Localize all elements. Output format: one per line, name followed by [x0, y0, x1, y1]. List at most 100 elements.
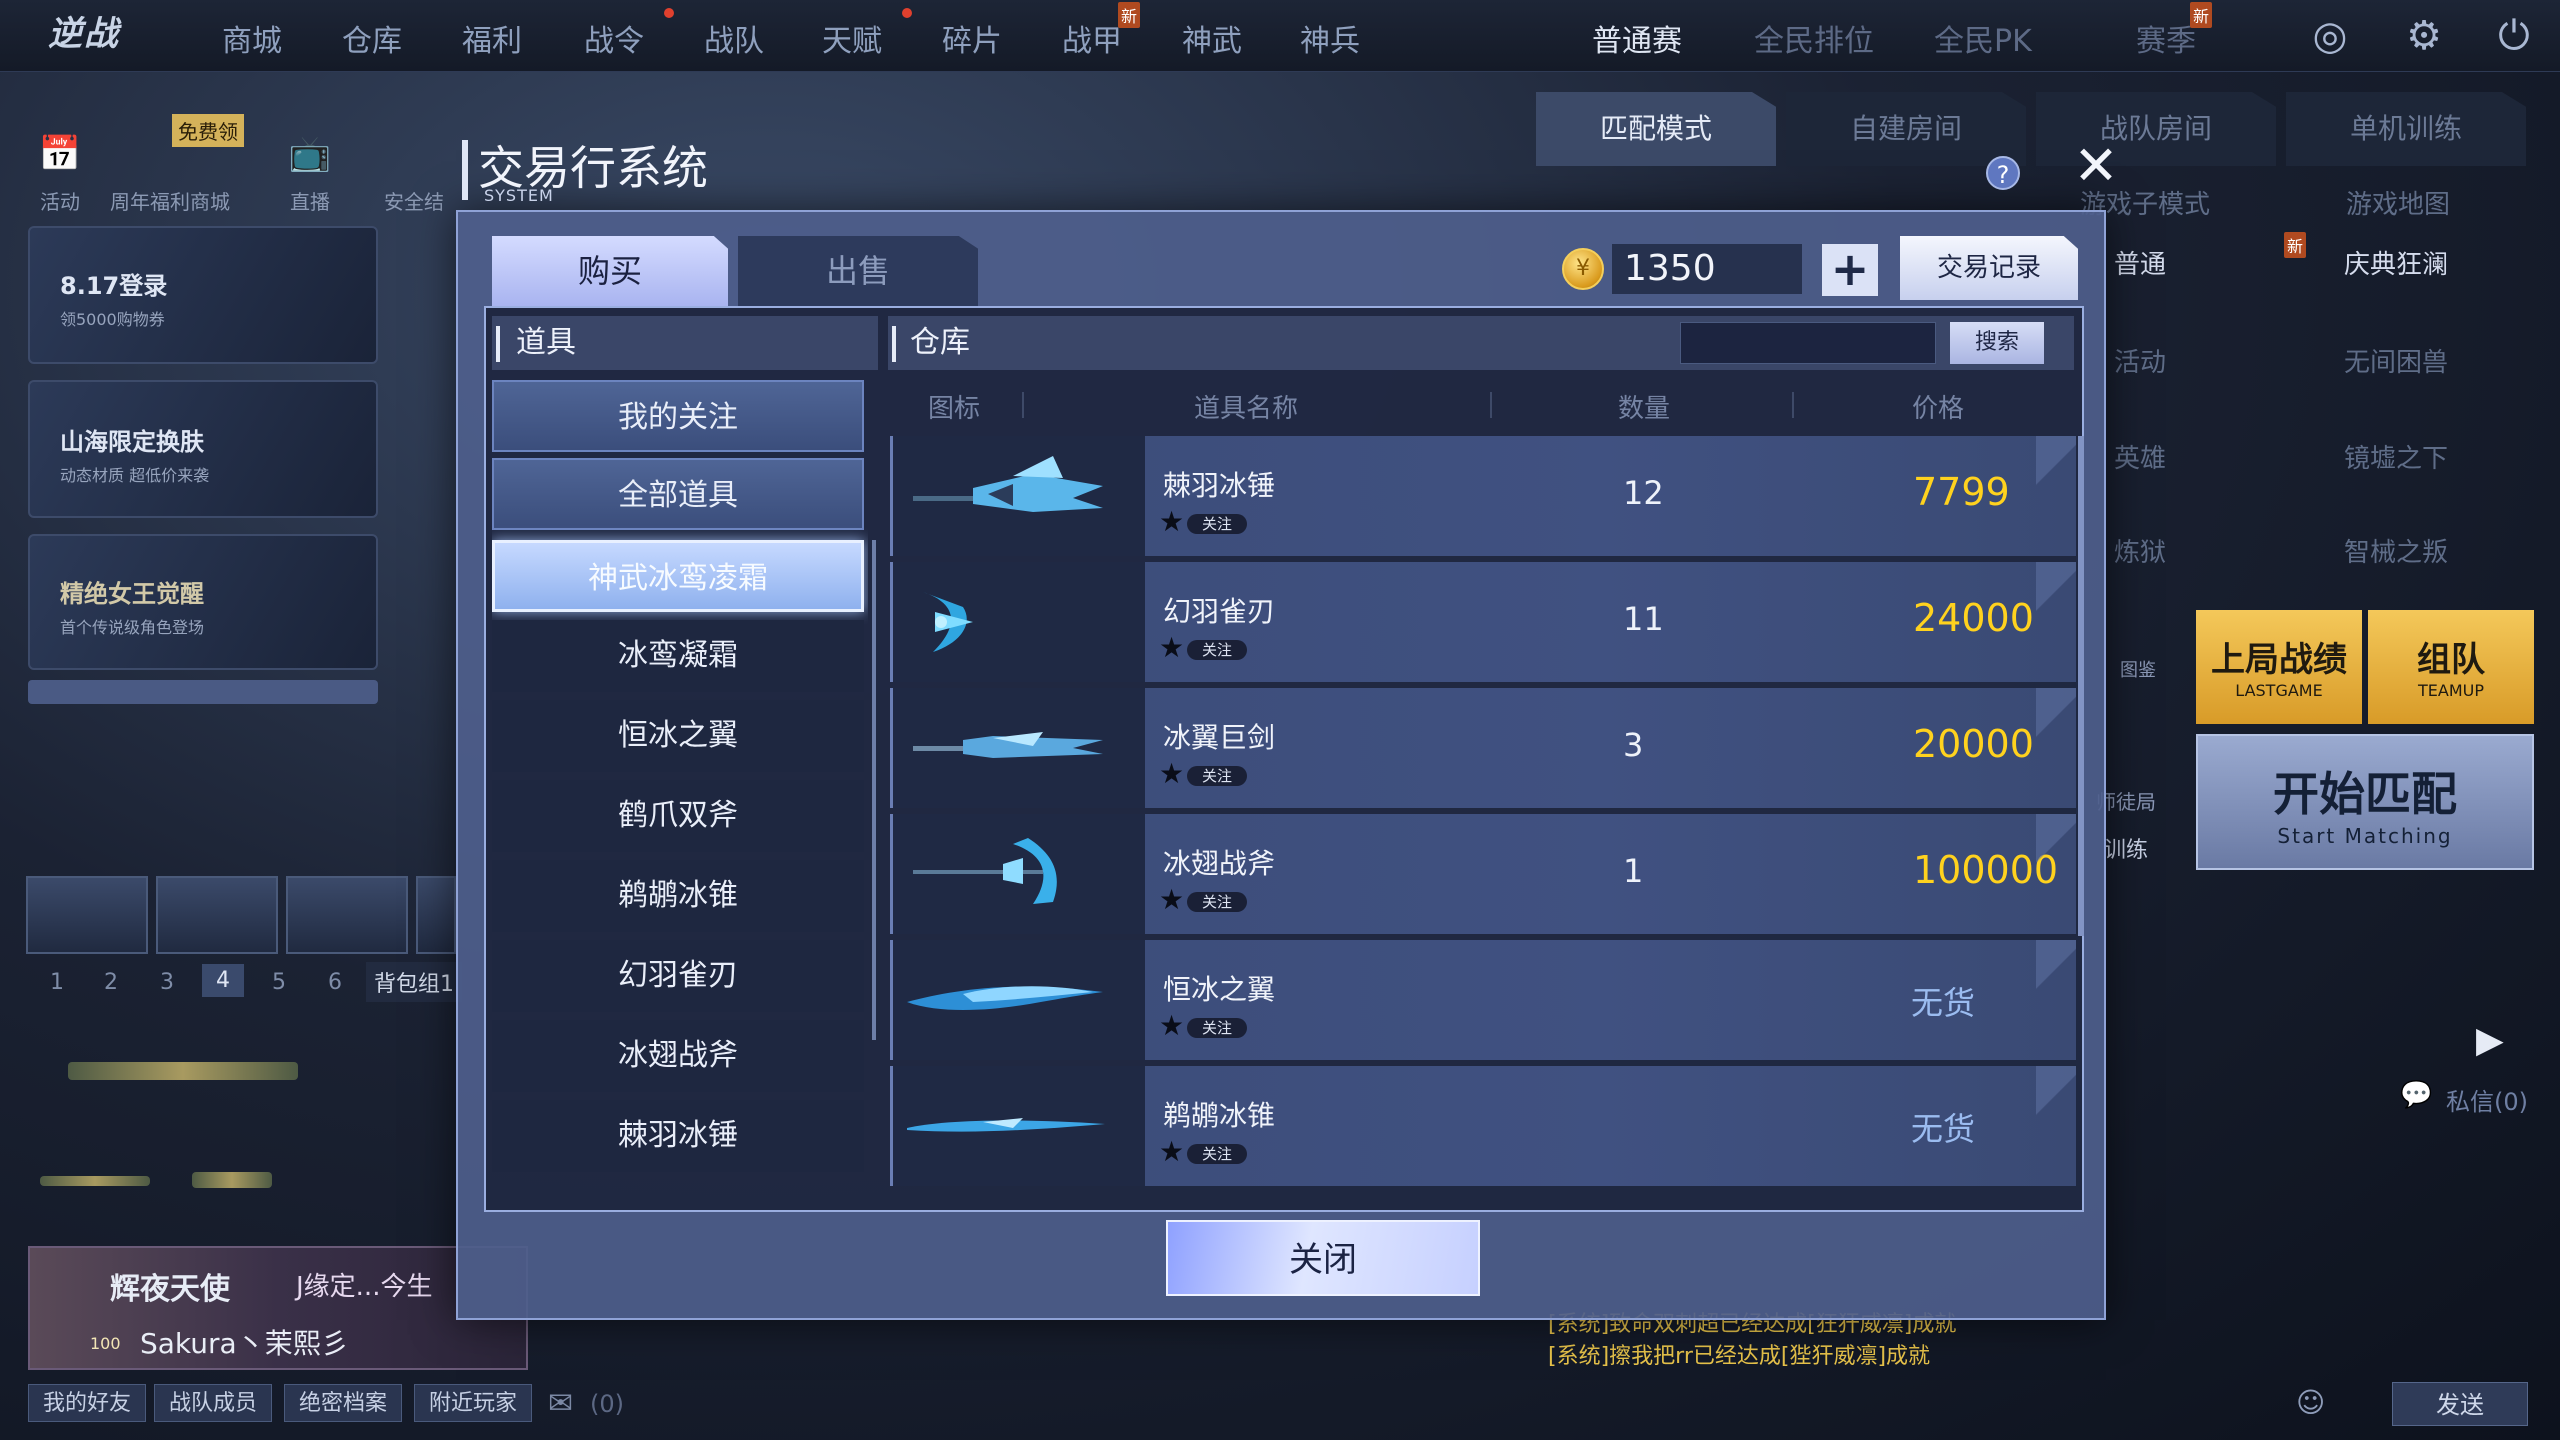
- loadout-slot-number[interactable]: 5: [272, 970, 286, 995]
- loadout-slot-number[interactable]: 3: [160, 970, 174, 995]
- gear-icon[interactable]: ⚙: [2400, 12, 2448, 60]
- team-up-button[interactable]: 组队 TEAMUP: [2368, 610, 2534, 724]
- help-icon[interactable]: ?: [1986, 156, 2020, 190]
- category-item[interactable]: 棘羽冰锤: [492, 1100, 864, 1172]
- mode-cell-purgatory[interactable]: 炼狱: [2114, 532, 2166, 569]
- favorite-toggle[interactable]: ★ 关注: [1159, 508, 1259, 536]
- favorite-toggle[interactable]: ★ 关注: [1159, 760, 1259, 788]
- secret-files-button[interactable]: 绝密档案: [284, 1384, 403, 1422]
- mode-cell-normal[interactable]: 普通: [2114, 244, 2166, 281]
- nav-battle-pass[interactable]: 战令: [584, 16, 644, 60]
- character-slot[interactable]: [286, 876, 408, 954]
- promo-pager[interactable]: [28, 680, 378, 704]
- nav-talent[interactable]: 天赋: [822, 16, 882, 60]
- tab-custom-room[interactable]: 自建房间: [1786, 92, 2026, 166]
- loadout-slot-number[interactable]: 1: [50, 970, 64, 995]
- character-slot[interactable]: [26, 876, 148, 954]
- category-all-items[interactable]: 全部道具: [492, 458, 864, 530]
- search-input[interactable]: [1680, 322, 1936, 364]
- table-row[interactable]: 鹈鹕冰锥 ★ 关注 无货: [890, 1066, 2076, 1186]
- trade-record-button[interactable]: 交易记录: [1900, 236, 2078, 300]
- table-row[interactable]: 恒冰之翼 ★ 关注 无货: [890, 940, 2076, 1060]
- anniversary-shop-label[interactable]: 周年福利商城: [110, 186, 230, 215]
- category-item[interactable]: 冰翅战斧: [492, 1020, 864, 1092]
- loadout-slot-number-active[interactable]: 4: [202, 964, 244, 997]
- player-banner[interactable]: 辉夜天使 J缘定...今生 100 Sakura丶茉熙彡: [28, 1246, 528, 1370]
- add-coins-button[interactable]: +: [1822, 244, 1878, 296]
- coin-balance: 1350: [1612, 244, 1802, 294]
- close-button[interactable]: 关闭: [1166, 1220, 1480, 1296]
- promo-skin[interactable]: 山海限定换肤 动态材质 超低价来袭: [28, 380, 378, 518]
- favorite-toggle[interactable]: ★ 关注: [1159, 1138, 1259, 1166]
- security-label[interactable]: 安全结: [384, 186, 444, 215]
- table-row[interactable]: 幻羽雀刃 ★ 关注 11 24000: [890, 562, 2076, 682]
- category-item[interactable]: 鹤爪双斧: [492, 780, 864, 852]
- calendar-icon[interactable]: 📅: [36, 130, 84, 178]
- tv-icon[interactable]: 📺: [286, 130, 334, 178]
- nav-god-weapon[interactable]: 神兵: [1300, 16, 1360, 60]
- nav-warehouse[interactable]: 仓库: [342, 16, 402, 60]
- category-item[interactable]: 神武冰鸾凌霜: [492, 540, 864, 612]
- mode-cell-celebration[interactable]: 庆典狂澜: [2344, 244, 2448, 281]
- loadout-slot-number[interactable]: 2: [104, 970, 118, 995]
- ice-axe-icon: [913, 838, 1057, 904]
- favorite-toggle[interactable]: ★ 关注: [1159, 1012, 1259, 1040]
- search-button[interactable]: 搜索: [1950, 322, 2044, 364]
- last-game-button[interactable]: 上局战绩 LASTGAME: [2196, 610, 2362, 724]
- chat-bubble-icon[interactable]: 💬: [2400, 1080, 2432, 1110]
- table-scrollbar[interactable]: [2078, 436, 2084, 936]
- table-row[interactable]: 冰翼巨剑 ★ 关注 3 20000: [890, 688, 2076, 808]
- favorite-toggle[interactable]: ★ 关注: [1159, 634, 1259, 662]
- send-button[interactable]: 发送: [2392, 1382, 2528, 1426]
- nav-normal-match[interactable]: 普通赛: [1592, 16, 1682, 60]
- close-icon[interactable]: ✕: [2070, 139, 2122, 193]
- promo-login[interactable]: 8.17登录 领5000购物券: [28, 226, 378, 364]
- tab-sell[interactable]: 出售: [738, 236, 978, 306]
- mode-cell-mirror[interactable]: 镜墟之下: [2344, 438, 2448, 475]
- nearby-players-button[interactable]: 附近玩家: [414, 1384, 533, 1422]
- character-slot[interactable]: [156, 876, 278, 954]
- favorite-label: 关注: [1187, 766, 1247, 786]
- mail-icon[interactable]: ✉: [548, 1386, 573, 1421]
- category-item[interactable]: 冰鸾凝霜: [492, 620, 864, 692]
- tab-solo-training[interactable]: 单机训练: [2286, 92, 2526, 166]
- nav-season[interactable]: 赛季: [2136, 16, 2196, 60]
- nav-fragments[interactable]: 碎片: [942, 16, 1002, 60]
- friends-button[interactable]: 我的好友: [28, 1384, 147, 1422]
- nav-pk[interactable]: 全民PK: [1934, 16, 2032, 60]
- backpack-group-button[interactable]: 背包组1: [366, 962, 462, 1002]
- nav-welfare[interactable]: 福利: [462, 16, 522, 60]
- mode-cell-activity[interactable]: 活动: [2114, 342, 2166, 379]
- codex-label[interactable]: 图鉴: [2120, 656, 2156, 682]
- category-scrollbar[interactable]: [872, 540, 876, 1040]
- tab-match-mode[interactable]: 匹配模式: [1536, 92, 1776, 166]
- live-label[interactable]: 直播: [290, 186, 330, 215]
- nav-divine-weapon[interactable]: 神武: [1182, 16, 1242, 60]
- start-matching-button[interactable]: 开始匹配 Start Matching: [2196, 734, 2534, 870]
- activity-label[interactable]: 活动: [40, 186, 80, 215]
- nav-ranked[interactable]: 全民排位: [1754, 16, 1874, 60]
- mode-cell-hero[interactable]: 英雄: [2114, 438, 2166, 475]
- power-icon[interactable]: ⏻: [2490, 12, 2538, 60]
- training-label[interactable]: 训练: [2104, 832, 2148, 864]
- nav-armor[interactable]: 战甲: [1062, 16, 1122, 60]
- nav-shop[interactable]: 商城: [222, 16, 282, 60]
- favorite-toggle[interactable]: ★ 关注: [1159, 886, 1259, 914]
- mode-cell-beast[interactable]: 无间困兽: [2344, 342, 2448, 379]
- emoji-icon[interactable]: ☺: [2296, 1386, 2325, 1419]
- loadout-slot-number[interactable]: 6: [328, 970, 342, 995]
- radar-icon[interactable]: ◎: [2306, 12, 2354, 60]
- private-message-label[interactable]: 私信(0): [2446, 1082, 2528, 1117]
- promo-queen[interactable]: 精绝女王觉醒 首个传说级角色登场: [28, 534, 378, 670]
- category-item[interactable]: 鹈鹕冰锥: [492, 860, 864, 932]
- team-members-button[interactable]: 战队成员: [154, 1384, 273, 1422]
- tab-buy[interactable]: 购买: [492, 236, 728, 306]
- mode-cell-mech[interactable]: 智械之叛: [2344, 532, 2448, 569]
- category-my-favorites[interactable]: 我的关注: [492, 380, 864, 452]
- character-slot[interactable]: [416, 876, 456, 954]
- table-row[interactable]: 冰翅战斧 ★ 关注 1 100000: [890, 814, 2076, 934]
- category-item[interactable]: 恒冰之翼: [492, 700, 864, 772]
- category-item[interactable]: 幻羽雀刃: [492, 940, 864, 1012]
- nav-team[interactable]: 战队: [704, 16, 764, 60]
- table-row[interactable]: 棘羽冰锤 ★ 关注 12 7799: [890, 436, 2076, 556]
